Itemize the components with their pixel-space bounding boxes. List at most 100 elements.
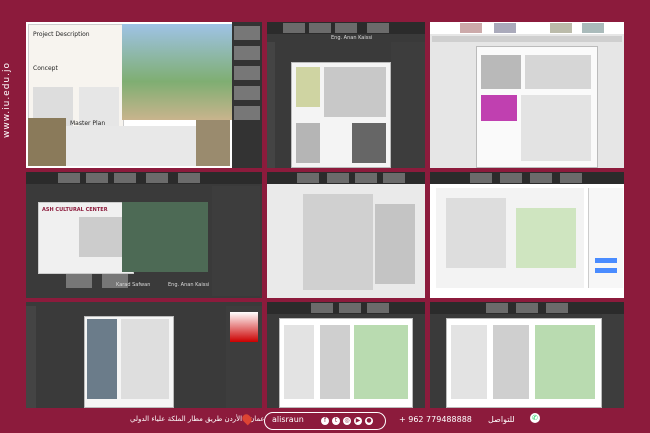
participant-video: [234, 66, 260, 80]
participant-thumb: [355, 173, 377, 183]
participant-thumb: [516, 303, 538, 313]
text-block: [284, 325, 314, 399]
tile-photoshop-3[interactable]: [26, 302, 262, 408]
participant-bar: [267, 22, 425, 34]
participant-thumb: [327, 173, 349, 183]
participant-thumb: [367, 303, 389, 313]
interior-render: [28, 118, 66, 166]
map-block: [446, 198, 506, 268]
side-panel: [588, 188, 623, 288]
website-label: www.iu.edu.jo: [2, 62, 12, 139]
participant-bar: [430, 22, 624, 34]
tile-photoshop-2[interactable]: ASH CULTURAL CENTER Eng. Anan Kaissi Kar…: [26, 172, 262, 298]
street-photo: [352, 123, 386, 163]
participant-thumb: [582, 23, 604, 33]
layers-panel: [391, 42, 425, 168]
text-block: [451, 325, 487, 399]
zoning-diagram: [481, 95, 517, 121]
landscape-render: [196, 120, 230, 166]
facebook-icon[interactable]: f: [321, 417, 329, 425]
speaker-label: Eng. Anan Kaissi: [331, 35, 373, 41]
plan-image: [324, 67, 386, 117]
participant-video: [234, 106, 260, 120]
poster-left: ASH CULTURAL CENTER: [38, 202, 134, 274]
plan-block: [354, 325, 408, 399]
participant-thumb: [383, 173, 405, 183]
aerial-render: [122, 202, 208, 272]
tool-panel: [267, 42, 275, 168]
social-handle: alisraun: [272, 415, 304, 424]
participant-bar: [267, 172, 425, 184]
participant-thumb: [367, 23, 389, 33]
participant-thumb: [146, 173, 168, 183]
phone-number: + 962 779488888: [399, 415, 472, 424]
participant-thumb: [309, 23, 331, 33]
map-block: [516, 208, 576, 268]
speaker-label: Eng. Anan Kaissi: [168, 282, 210, 288]
concept-title: Concept: [33, 65, 58, 72]
participant-thumb: [311, 303, 333, 313]
tile-acrobat[interactable]: [430, 22, 624, 168]
participant-bar: [430, 302, 624, 314]
project-description-title: Project Description: [33, 31, 90, 38]
diagram-block: [320, 325, 350, 399]
tile-sheet-a[interactable]: [267, 302, 425, 408]
participant-thumb: [560, 173, 582, 183]
youtube-icon[interactable]: ▶: [354, 417, 362, 425]
participant-bar: [267, 302, 425, 314]
render-image: [122, 24, 232, 120]
participant-thumb: [546, 303, 568, 313]
participant-video: [234, 26, 260, 40]
snapchat-icon[interactable]: ●: [365, 417, 373, 425]
layout-diagram: [521, 95, 591, 161]
participant-thumb: [460, 23, 482, 33]
layers-panel: [602, 314, 624, 408]
concept-image: [79, 217, 127, 257]
participant-thumb: [58, 173, 80, 183]
pdf-page: [476, 46, 598, 168]
speaker-label: Karad Safwan: [116, 282, 151, 288]
participant-thumb: [86, 173, 108, 183]
contact-label: للتواصل: [488, 415, 515, 424]
site-plan-drawing: [267, 184, 425, 298]
participant-strip: [232, 22, 262, 168]
social-pill: alisraun f t ◎ ▶ ●: [264, 412, 386, 430]
participant-bar: [430, 172, 624, 184]
participant-thumb: [114, 173, 136, 183]
whatsapp-icon[interactable]: ✆: [530, 413, 540, 423]
tile-siteplan[interactable]: [267, 172, 425, 298]
participant-thumb: [500, 173, 522, 183]
sheet-page: [279, 318, 413, 408]
plan-block: [535, 325, 595, 399]
participant-thumb: [470, 173, 492, 183]
participant-video: [66, 274, 92, 288]
diagram-block: [296, 67, 320, 107]
footer: عمان - الأردن طريق مطار الملكة علياء الد…: [0, 409, 650, 433]
tool-panel: [26, 306, 36, 408]
participant-thumb: [297, 173, 319, 183]
document-canvas: [84, 316, 174, 408]
elevation-image: [296, 123, 320, 163]
participant-thumb: [339, 303, 361, 313]
participant-thumb: [335, 23, 357, 33]
site-photo: [481, 55, 521, 89]
participant-thumb: [283, 23, 305, 33]
site-block: [375, 204, 415, 284]
twitter-icon[interactable]: t: [332, 417, 340, 425]
action-button[interactable]: [595, 268, 617, 273]
layers-panel: [212, 186, 260, 296]
project-title: ASH CULTURAL CENTER: [42, 207, 108, 213]
instagram-icon[interactable]: ◎: [343, 417, 351, 425]
action-button[interactable]: [595, 258, 617, 263]
tile-zoom-map[interactable]: [430, 172, 624, 298]
plan-drawing: [525, 55, 591, 89]
tile-photoshop-1[interactable]: Eng. Anan Kaissi: [267, 22, 425, 168]
participant-thumb: [550, 23, 572, 33]
participant-video: [234, 46, 260, 60]
color-picker[interactable]: [230, 312, 258, 342]
diagram-block: [493, 325, 529, 399]
tile-sheet-b[interactable]: [430, 302, 624, 408]
document-canvas: [291, 62, 391, 168]
tile-presentation-1[interactable]: Project Description Concept Master Plan: [26, 22, 262, 168]
participant-video: [234, 86, 260, 100]
